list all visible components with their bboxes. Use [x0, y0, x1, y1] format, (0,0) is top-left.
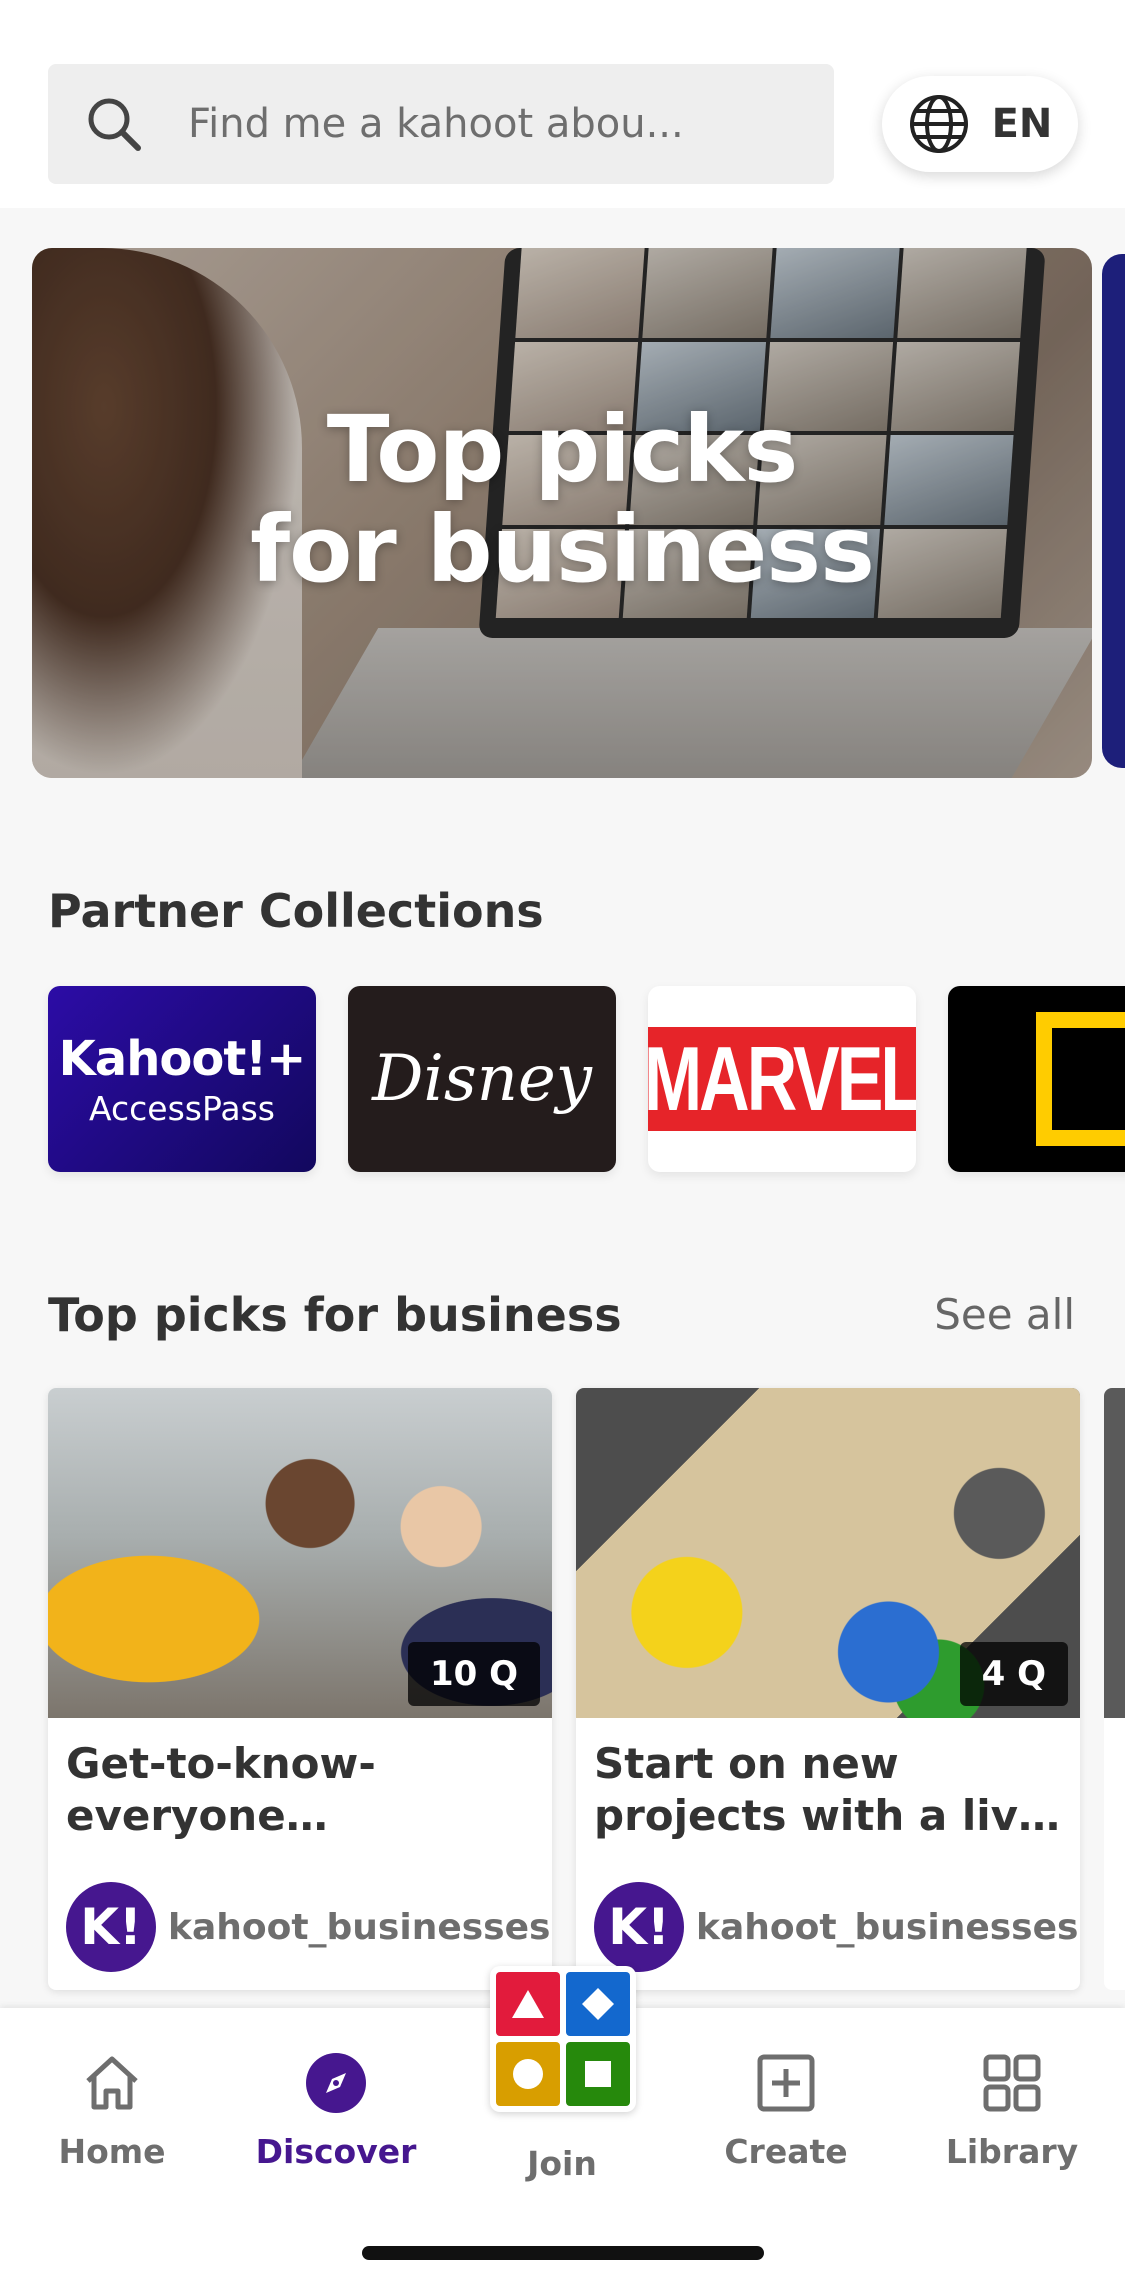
nav-library[interactable]: Library	[912, 2048, 1112, 2171]
language-selector[interactable]: EN	[882, 76, 1078, 172]
marvel-logo: MARVEL	[648, 1027, 916, 1131]
nav-join[interactable]: Join	[462, 2144, 662, 2183]
kahoot-card-creator[interactable]: K! kahoot_businesses	[594, 1882, 1078, 1972]
partner-label: Kahoot!+	[58, 1030, 307, 1087]
join-shapes-icon[interactable]	[490, 1966, 636, 2112]
language-code: EN	[991, 101, 1053, 147]
natgeo-logo	[1036, 1012, 1125, 1146]
see-all-link[interactable]: See all	[934, 1290, 1075, 1339]
avatar: K!	[594, 1882, 684, 1972]
nav-label: Library	[945, 2132, 1079, 2171]
nav-home[interactable]: Home	[12, 2048, 212, 2171]
partner-sublabel: AccessPass	[89, 1088, 275, 1128]
kahoot-card-title: Get-to-know-everyone icebreaker	[66, 1739, 376, 1840]
search-icon	[88, 98, 141, 151]
partner-tile-disney[interactable]: Disney	[348, 986, 616, 1172]
home-indicator[interactable]	[362, 2246, 764, 2260]
kahoot-card-creator[interactable]: K! kahoot_businesses	[66, 1882, 550, 1972]
kahoot-card[interactable]: 4 Q Start on new projects with a live ka…	[576, 1388, 1080, 1990]
disney-logo: Disney	[372, 1042, 592, 1116]
nav-create[interactable]: Create	[686, 2048, 886, 2171]
kahoot-card-list: 10 Q Get-to-know-everyone icebreaker K! …	[48, 1388, 1125, 1990]
creator-name: kahoot_businesses	[696, 1906, 1079, 1948]
kahoot-card-image: 10 Q	[48, 1388, 552, 1718]
top-picks-title: Top picks for business	[48, 1288, 622, 1342]
hero-title-line2: for business	[250, 496, 875, 603]
triangle-icon	[496, 1972, 560, 2036]
partner-tile-national-geographic[interactable]	[948, 986, 1125, 1172]
circle-icon	[496, 2042, 560, 2106]
kahoot-card-image: 4 Q	[576, 1388, 1080, 1718]
creator-name: kahoot_businesses	[168, 1906, 551, 1948]
globe-icon	[909, 95, 968, 153]
kahoot-card-title: Start on new projects with a live kahoot	[594, 1739, 1047, 1840]
nav-discover[interactable]: Discover	[236, 2048, 436, 2171]
nav-label: Join	[527, 2144, 597, 2183]
nav-label: Home	[58, 2132, 166, 2171]
top-bar: EN	[0, 0, 1125, 208]
partner-collections-title: Partner Collections	[48, 884, 544, 938]
compass-icon	[306, 2053, 366, 2113]
diamond-icon	[566, 1972, 630, 2036]
hero-title-line1: Top picks	[326, 396, 798, 503]
kahoot-card-peek[interactable]	[1104, 1388, 1125, 1990]
square-icon	[566, 2042, 630, 2106]
grid-icon	[983, 2054, 1041, 2112]
search-input[interactable]	[188, 101, 788, 147]
partner-tile-kahoot-accesspass[interactable]: Kahoot!+ AccessPass	[48, 986, 316, 1172]
kahoot-card[interactable]: 10 Q Get-to-know-everyone icebreaker K! …	[48, 1388, 552, 1990]
home-icon	[86, 2056, 138, 2110]
search-bar[interactable]	[48, 64, 834, 184]
plus-square-icon	[757, 2054, 815, 2112]
next-banner-peek[interactable]	[1102, 254, 1125, 768]
question-count-badge: 10 Q	[407, 1642, 540, 1706]
hero-title: Top picks for business	[32, 400, 1092, 600]
partner-tile-marvel[interactable]: MARVEL	[648, 986, 916, 1172]
nav-label: Discover	[255, 2132, 417, 2171]
hero-banner[interactable]: Top picks for business	[32, 248, 1092, 778]
question-count-badge: 4 Q	[959, 1642, 1068, 1706]
partner-collections-list: Kahoot!+ AccessPass Disney MARVEL	[48, 986, 1125, 1172]
avatar: K!	[66, 1882, 156, 1972]
nav-label: Create	[724, 2132, 848, 2171]
